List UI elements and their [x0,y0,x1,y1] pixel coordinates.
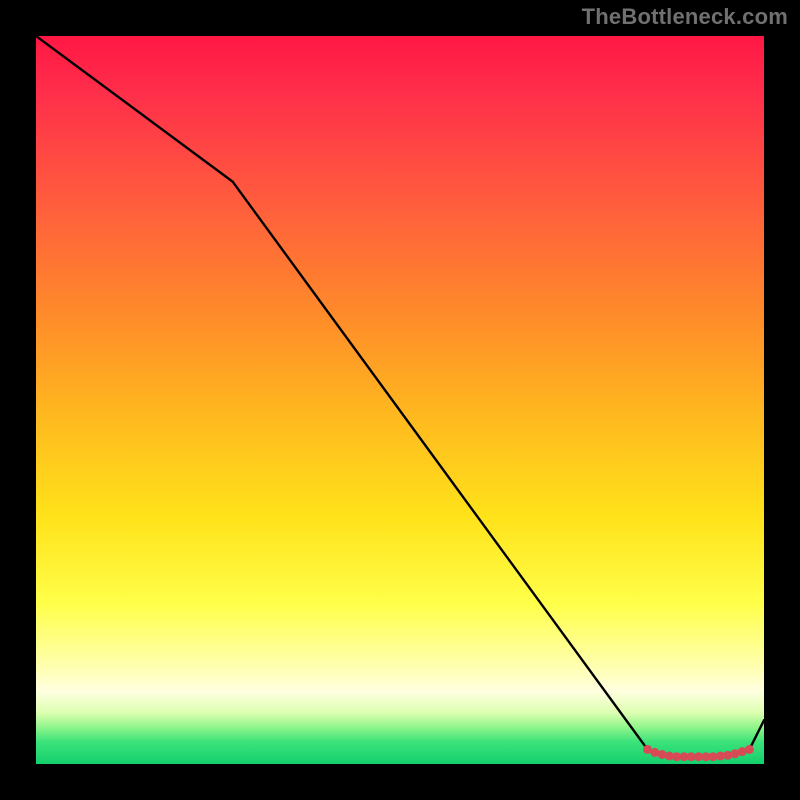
curve-line [36,36,764,757]
plot-svg [36,36,764,764]
watermark-text: TheBottleneck.com [582,4,788,30]
plot-area [36,36,764,764]
chart-frame: TheBottleneck.com [0,0,800,800]
highlight-dot [745,745,754,754]
highlight-markers [643,745,754,761]
